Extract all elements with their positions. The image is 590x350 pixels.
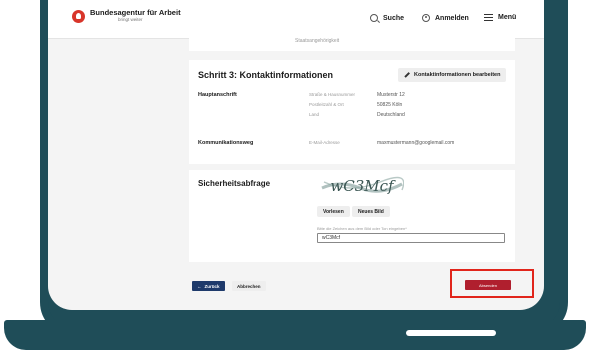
read-aloud-label: Vorlesen bbox=[323, 208, 344, 215]
country-value: Deutschland bbox=[377, 112, 405, 118]
captcha-input-value: wC3Mcf bbox=[322, 235, 341, 241]
previous-section-text: Staatsangehörigkeit bbox=[295, 38, 340, 44]
captcha-card: Sicherheitsabfrage wC3Mcf Vorlesen Neues… bbox=[189, 170, 515, 262]
email-value: maxmustermann@googlemail.com bbox=[377, 140, 455, 146]
street-value: Musterstr 12 bbox=[377, 92, 405, 98]
cancel-button[interactable]: Abbrechen bbox=[232, 281, 266, 291]
search-icon bbox=[370, 14, 378, 22]
email-label: E-Mail-Adresse bbox=[309, 140, 340, 145]
laptop-trackpad-slot bbox=[406, 330, 496, 336]
country-label: Land bbox=[309, 112, 320, 117]
submit-button[interactable]: Absenden bbox=[465, 280, 511, 290]
submit-label: Absenden bbox=[478, 282, 497, 288]
user-icon bbox=[422, 14, 430, 22]
contact-info-card: Schritt 3: Kontaktinformationen Kontakti… bbox=[189, 60, 515, 164]
pencil-icon bbox=[404, 72, 410, 78]
back-button[interactable]: ← Zurück bbox=[192, 281, 225, 291]
site-header: Bundesagentur für Arbeit bringt weiter S… bbox=[48, 0, 544, 39]
brand-tagline: bringt weiter bbox=[118, 17, 143, 22]
login-label: Anmelden bbox=[435, 14, 469, 22]
new-image-button[interactable]: Neues Bild bbox=[352, 206, 390, 217]
postal-value: 50825 Köln bbox=[377, 102, 403, 108]
step-title: Schritt 3: Kontaktinformationen bbox=[198, 70, 334, 80]
communication-label: Kommunikationsweg bbox=[198, 140, 254, 146]
previous-section-card: Staatsangehörigkeit bbox=[189, 38, 515, 51]
captcha-input[interactable]: wC3Mcf bbox=[317, 233, 505, 243]
arrow-left-icon: ← bbox=[197, 283, 202, 289]
postal-label: Postleitzahl & Ort bbox=[309, 102, 344, 107]
menu-label: Menü bbox=[498, 14, 517, 21]
brand-name[interactable]: Bundesagentur für Arbeit bbox=[90, 8, 181, 17]
new-image-label: Neues Bild bbox=[358, 208, 384, 215]
street-label: Straße & Hausnummer bbox=[309, 92, 356, 97]
back-label: Zurück bbox=[204, 283, 220, 289]
captcha-hint: Bitte die Zeichen aus dem Bild oder Ton … bbox=[317, 226, 407, 231]
address-label: Hauptanschrift bbox=[198, 92, 237, 98]
menu-icon bbox=[484, 14, 493, 21]
menu-button[interactable]: Menü bbox=[484, 14, 516, 21]
captcha-text: wC3Mcf bbox=[330, 177, 396, 195]
edit-contact-button[interactable]: Kontaktinformationen bearbeiten bbox=[398, 68, 507, 82]
captcha-title: Sicherheitsabfrage bbox=[198, 179, 271, 188]
edit-contact-label: Kontaktinformationen bearbeiten bbox=[414, 72, 501, 78]
search-button[interactable]: Suche bbox=[370, 14, 404, 22]
read-aloud-button[interactable]: Vorlesen bbox=[317, 206, 350, 217]
captcha-image: wC3Mcf bbox=[320, 174, 404, 198]
laptop-base bbox=[4, 320, 586, 350]
login-button[interactable]: Anmelden bbox=[422, 14, 469, 22]
laptop-screen: Bundesagentur für Arbeit bringt weiter S… bbox=[48, 0, 544, 310]
cancel-label: Abbrechen bbox=[237, 283, 261, 289]
search-label: Suche bbox=[383, 14, 405, 22]
logo-icon[interactable] bbox=[72, 10, 85, 23]
